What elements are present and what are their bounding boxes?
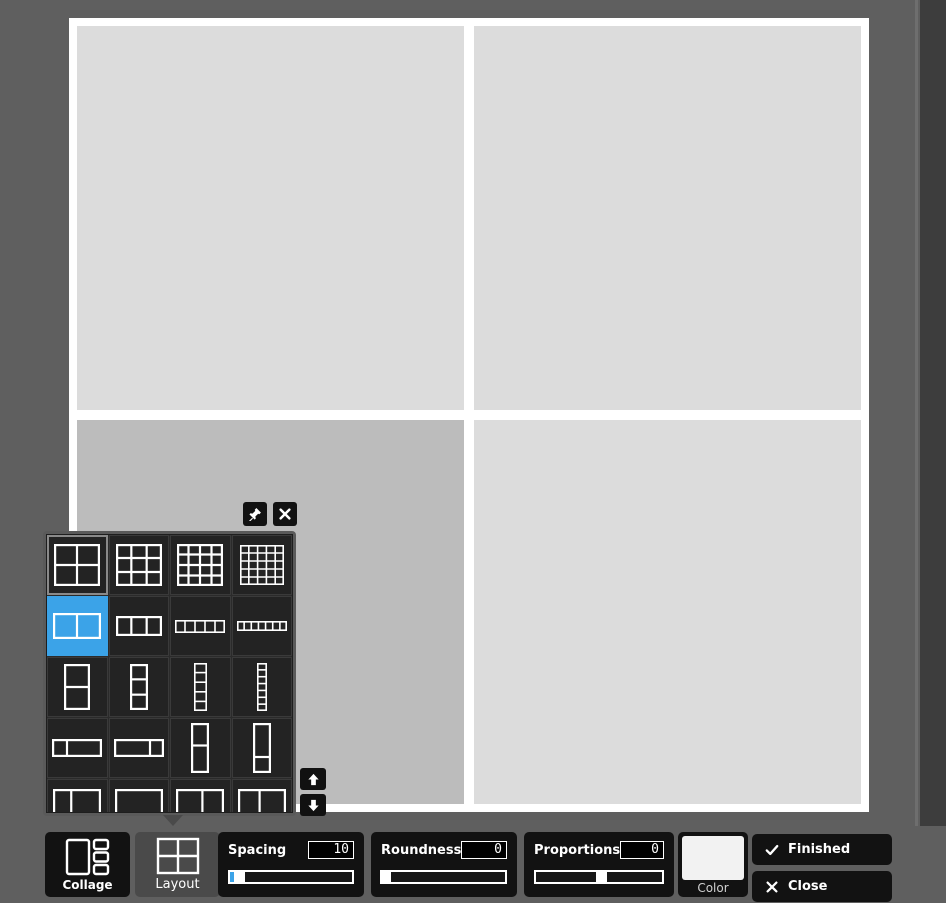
roundness-value-field[interactable]: 0 bbox=[461, 841, 507, 859]
pin-icon bbox=[248, 508, 261, 521]
layout-big-top-stack[interactable] bbox=[108, 779, 169, 812]
layout-grid-icon bbox=[156, 837, 199, 875]
layout-split-left-small[interactable] bbox=[47, 718, 108, 778]
spacing-label: Spacing bbox=[228, 842, 287, 858]
bottom-toolbar: Collage Layout Spacing 10 Roundness 0 Pr… bbox=[0, 826, 946, 903]
spacing-value-field[interactable]: 10 bbox=[308, 841, 354, 859]
layout-thumbnail-row bbox=[47, 718, 292, 778]
layout-3x3[interactable] bbox=[108, 535, 169, 595]
layout-picker-actions bbox=[243, 502, 297, 526]
layout-thumbnail-row bbox=[47, 596, 292, 656]
close-label: Close bbox=[788, 879, 828, 894]
layout-7-rows[interactable] bbox=[231, 657, 292, 717]
layout-mode-button[interactable]: Layout bbox=[135, 832, 220, 897]
proportions-header: Proportions 0 bbox=[534, 839, 664, 861]
arrow-up-icon bbox=[307, 773, 319, 785]
right-side-rail bbox=[920, 0, 946, 903]
color-control[interactable]: Color bbox=[678, 832, 748, 897]
collage-icon bbox=[65, 838, 109, 875]
color-swatch[interactable] bbox=[682, 836, 744, 880]
spacing-control[interactable]: Spacing 10 bbox=[218, 832, 364, 897]
layout-5-rows[interactable] bbox=[170, 657, 231, 717]
layout-thumbnail-grid bbox=[47, 535, 292, 812]
layout-2x2[interactable] bbox=[47, 535, 108, 595]
roundness-slider-handle[interactable] bbox=[380, 870, 391, 884]
pin-button[interactable] bbox=[243, 502, 267, 526]
collage-cell-bottom-right[interactable] bbox=[474, 420, 861, 804]
collage-mode-label: Collage bbox=[62, 877, 113, 892]
check-icon bbox=[765, 843, 779, 857]
layout-2-columns[interactable] bbox=[47, 596, 108, 656]
layout-2-rows[interactable] bbox=[47, 657, 108, 717]
layout-three-mixed-a[interactable] bbox=[170, 779, 231, 812]
layout-3-rows[interactable] bbox=[108, 657, 169, 717]
collage-cell-top-left[interactable] bbox=[77, 26, 464, 410]
layout-big-left-stack[interactable] bbox=[47, 779, 108, 812]
collage-cell-top-right[interactable] bbox=[474, 26, 861, 410]
layout-4x4[interactable] bbox=[170, 535, 231, 595]
scroll-down-button[interactable] bbox=[300, 794, 326, 816]
layout-split-bottom-small[interactable] bbox=[231, 718, 292, 778]
proportions-label: Proportions bbox=[534, 842, 621, 858]
layout-picker-panel[interactable] bbox=[43, 531, 296, 816]
scroll-up-button[interactable] bbox=[300, 768, 326, 790]
layout-split-right-small[interactable] bbox=[108, 718, 169, 778]
proportions-slider[interactable] bbox=[534, 870, 664, 884]
right-rail-divider bbox=[915, 0, 918, 903]
color-label: Color bbox=[697, 881, 729, 895]
roundness-slider[interactable] bbox=[380, 870, 507, 884]
x-icon bbox=[765, 880, 779, 894]
close-icon bbox=[279, 508, 291, 520]
spacing-slider-handle[interactable] bbox=[234, 870, 246, 884]
spacing-header: Spacing 10 bbox=[228, 839, 354, 861]
layout-5-columns[interactable] bbox=[170, 596, 231, 656]
layout-thumbnail-row bbox=[47, 657, 292, 717]
proportions-value-field[interactable]: 0 bbox=[620, 841, 664, 859]
layout-mode-label: Layout bbox=[155, 877, 200, 892]
layout-picker-pointer bbox=[163, 815, 183, 826]
layout-picker-scroll-area[interactable] bbox=[46, 534, 293, 813]
layout-3-columns[interactable] bbox=[108, 596, 169, 656]
layout-5x5[interactable] bbox=[231, 535, 292, 595]
finished-label: Finished bbox=[788, 842, 851, 857]
collage-mode-button[interactable]: Collage bbox=[45, 832, 130, 897]
close-button[interactable]: Close bbox=[752, 871, 892, 902]
spacing-slider[interactable] bbox=[228, 870, 354, 884]
proportions-control[interactable]: Proportions 0 bbox=[524, 832, 674, 897]
roundness-control[interactable]: Roundness 0 bbox=[371, 832, 517, 897]
layout-split-top-small[interactable] bbox=[170, 718, 231, 778]
layout-thumbnail-row bbox=[47, 779, 292, 812]
proportions-slider-handle[interactable] bbox=[596, 870, 607, 884]
layout-three-mixed-b[interactable] bbox=[231, 779, 292, 812]
layout-thumbnail-row bbox=[47, 535, 292, 595]
close-picker-button[interactable] bbox=[273, 502, 297, 526]
roundness-header: Roundness 0 bbox=[381, 839, 507, 861]
layout-picker-scroll-buttons bbox=[300, 768, 326, 816]
roundness-label: Roundness bbox=[381, 842, 462, 858]
finished-button[interactable]: Finished bbox=[752, 834, 892, 865]
layout-7-columns[interactable] bbox=[231, 596, 292, 656]
arrow-down-icon bbox=[307, 799, 319, 811]
collage-editor-app: Collage Layout Spacing 10 Roundness 0 Pr… bbox=[0, 0, 946, 903]
